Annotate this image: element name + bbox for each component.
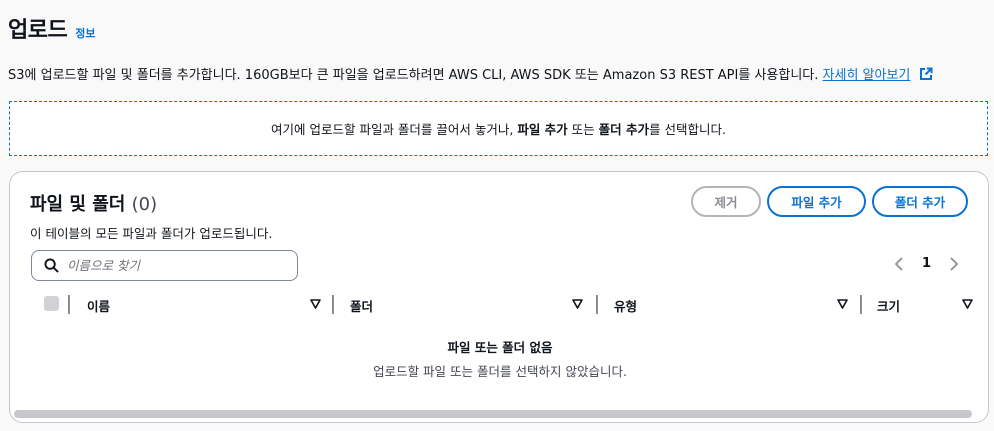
- page-header: 업로드 정보: [8, 12, 95, 44]
- column-header-size[interactable]: 크기: [877, 296, 900, 315]
- panel-title-text: 파일 및 폴더: [30, 194, 126, 215]
- dropzone-prefix: 여기에 업로드할 파일과 폴더를 끌어서 놓거나,: [271, 122, 514, 137]
- panel-title: 파일 및 폴더 (0): [30, 190, 157, 216]
- dropzone-suffix: 를 선택합니다.: [649, 122, 726, 137]
- chevron-right-icon[interactable]: [949, 256, 959, 271]
- chevron-left-icon[interactable]: [894, 256, 904, 271]
- search-box[interactable]: [31, 250, 298, 281]
- learn-more-link[interactable]: 자세히 알아보기: [823, 68, 911, 83]
- dropzone-middle: 또는: [571, 122, 595, 137]
- select-all-checkbox[interactable]: [44, 296, 59, 311]
- remove-button[interactable]: 제거: [691, 186, 761, 217]
- sort-caret-icon[interactable]: [837, 299, 848, 309]
- dropzone-add-files: 파일 추가: [517, 122, 568, 137]
- panel-item-count: (0): [131, 194, 158, 215]
- empty-state-title: 파일 또는 폴더 없음: [447, 340, 553, 355]
- add-folder-button[interactable]: 폴더 추가: [872, 186, 968, 217]
- table-header: 이름 폴더 유형 크기: [31, 294, 981, 316]
- search-icon: [44, 258, 59, 273]
- horizontal-scrollbar[interactable]: [14, 410, 972, 418]
- column-header-type[interactable]: 유형: [614, 296, 637, 315]
- column-divider[interactable]: [332, 295, 334, 314]
- page-title: 업로드: [8, 18, 68, 43]
- sort-caret-icon[interactable]: [310, 299, 321, 309]
- dropzone-add-folder: 폴더 추가: [598, 122, 650, 137]
- empty-state-subtitle: 업로드할 파일 또는 폴더를 선택하지 않았습니다.: [373, 364, 627, 379]
- current-page[interactable]: 1: [922, 256, 931, 271]
- add-files-button[interactable]: 파일 추가: [767, 186, 866, 217]
- page-description: S3에 업로드할 파일 및 폴더를 추가합니다. 160GB보다 큰 파일을 업…: [8, 64, 933, 83]
- column-divider[interactable]: [860, 295, 862, 314]
- column-header-folder[interactable]: 폴더: [350, 296, 373, 315]
- upload-dropzone[interactable]: 여기에 업로드할 파일과 폴더를 끌어서 놓거나, 파일 추가 또는 폴더 추가…: [9, 101, 988, 156]
- sort-caret-icon[interactable]: [962, 299, 973, 309]
- pagination: 1: [894, 256, 959, 271]
- external-link-icon[interactable]: [919, 67, 933, 81]
- panel-subtitle: 이 테이블의 모든 파일과 폴더가 업로드됩니다.: [30, 226, 273, 241]
- search-input[interactable]: [67, 258, 277, 273]
- column-header-name[interactable]: 이름: [87, 296, 110, 315]
- column-divider[interactable]: [596, 295, 598, 314]
- column-divider[interactable]: [68, 295, 70, 314]
- sort-caret-icon[interactable]: [572, 299, 583, 309]
- info-link[interactable]: 정보: [75, 25, 95, 41]
- description-text: S3에 업로드할 파일 및 폴더를 추가합니다. 160GB보다 큰 파일을 업…: [8, 68, 819, 83]
- files-and-folders-panel: 파일 및 폴더 (0) 이 테이블의 모든 파일과 폴더가 업로드됩니다. 제거…: [9, 171, 989, 423]
